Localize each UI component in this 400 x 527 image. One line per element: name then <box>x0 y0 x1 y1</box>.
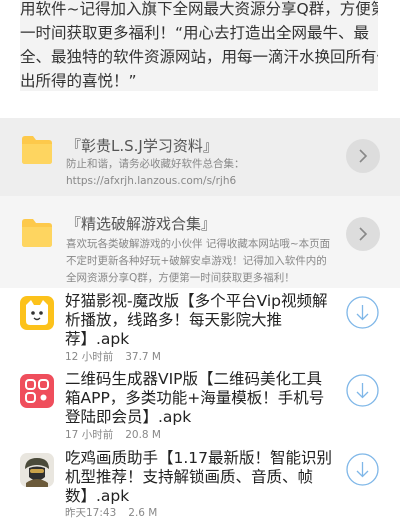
intro-text: 用软件~记得加入旗下全网最大资源分享Q群，方便第一时间获取更多福利！“用心去打造… <box>20 0 378 90</box>
file-size: 37.7 M <box>125 351 161 363</box>
folder-description: 喜欢玩各类破解游戏的小伙伴 记得收藏本网站哦~本页面不定时更新各种好玩+破解安卓… <box>66 238 331 284</box>
open-folder-button[interactable] <box>346 217 380 251</box>
file-time: 17 小时前 <box>65 429 114 441</box>
folder-icon <box>22 136 52 164</box>
chevron-right-icon <box>359 227 368 241</box>
download-icon[interactable] <box>346 374 379 407</box>
qr-code-icon <box>20 374 54 408</box>
file-title: 吃鸡画质助手【1.17最新版！智能识别机型推荐！支持解锁画质、音质、帧数】.ap… <box>65 449 333 505</box>
file-list-item[interactable]: 吃鸡画质助手【1.17最新版！智能识别机型推荐！支持解锁画质、音质、帧数】.ap… <box>0 449 400 527</box>
folder-item[interactable]: 『彰贵L.S.J学习资料』 防止和谐，请务必收藏好软件总合集：https://a… <box>0 118 400 196</box>
cat-face-icon <box>20 296 54 330</box>
file-meta: 17 小时前 20.8 M <box>65 427 161 442</box>
file-meta: 12 小时前 37.7 M <box>65 349 161 364</box>
file-title: 好猫影视-魔改版【多个平台Vip视频解析播放，线路多！每天影院大推荐】.apk <box>65 292 328 348</box>
folder-item[interactable]: 『精选破解游戏合集』 喜欢玩各类破解游戏的小伙伴 记得收藏本网站哦~本页面不定时… <box>0 196 400 288</box>
intro-notice: 用软件~记得加入旗下全网最大资源分享Q群，方便第一时间获取更多福利！“用心去打造… <box>20 0 378 91</box>
download-icon[interactable] <box>346 453 379 486</box>
folder-icon <box>22 219 52 247</box>
folder-title: 『精选破解游戏合集』 <box>66 215 217 233</box>
folder-description: 防止和谐，请务必收藏好软件总合集：https://afxrjh.lanzous.… <box>66 158 245 187</box>
file-size: 2.6 M <box>128 507 158 519</box>
folder-title: 『彰贵L.S.J学习资料』 <box>66 137 218 155</box>
file-size: 20.8 M <box>125 429 161 441</box>
file-title: 二维码生成器VIP版【二维码美化工具箱APP，多类功能+海量模板！手机号登陆即会… <box>65 370 325 426</box>
chevron-right-icon <box>359 149 368 163</box>
file-time: 昨天17:43 <box>65 507 117 519</box>
open-folder-button[interactable] <box>346 139 380 173</box>
file-list-item[interactable]: 好猫影视-魔改版【多个平台Vip视频解析播放，线路多！每天影院大推荐】.apk … <box>0 292 400 370</box>
file-list-item[interactable]: 二维码生成器VIP版【二维码美化工具箱APP，多类功能+海量模板！手机号登陆即会… <box>0 370 400 448</box>
download-icon[interactable] <box>346 296 379 329</box>
file-time: 12 小时前 <box>65 351 114 363</box>
soldier-avatar-icon <box>20 453 54 487</box>
